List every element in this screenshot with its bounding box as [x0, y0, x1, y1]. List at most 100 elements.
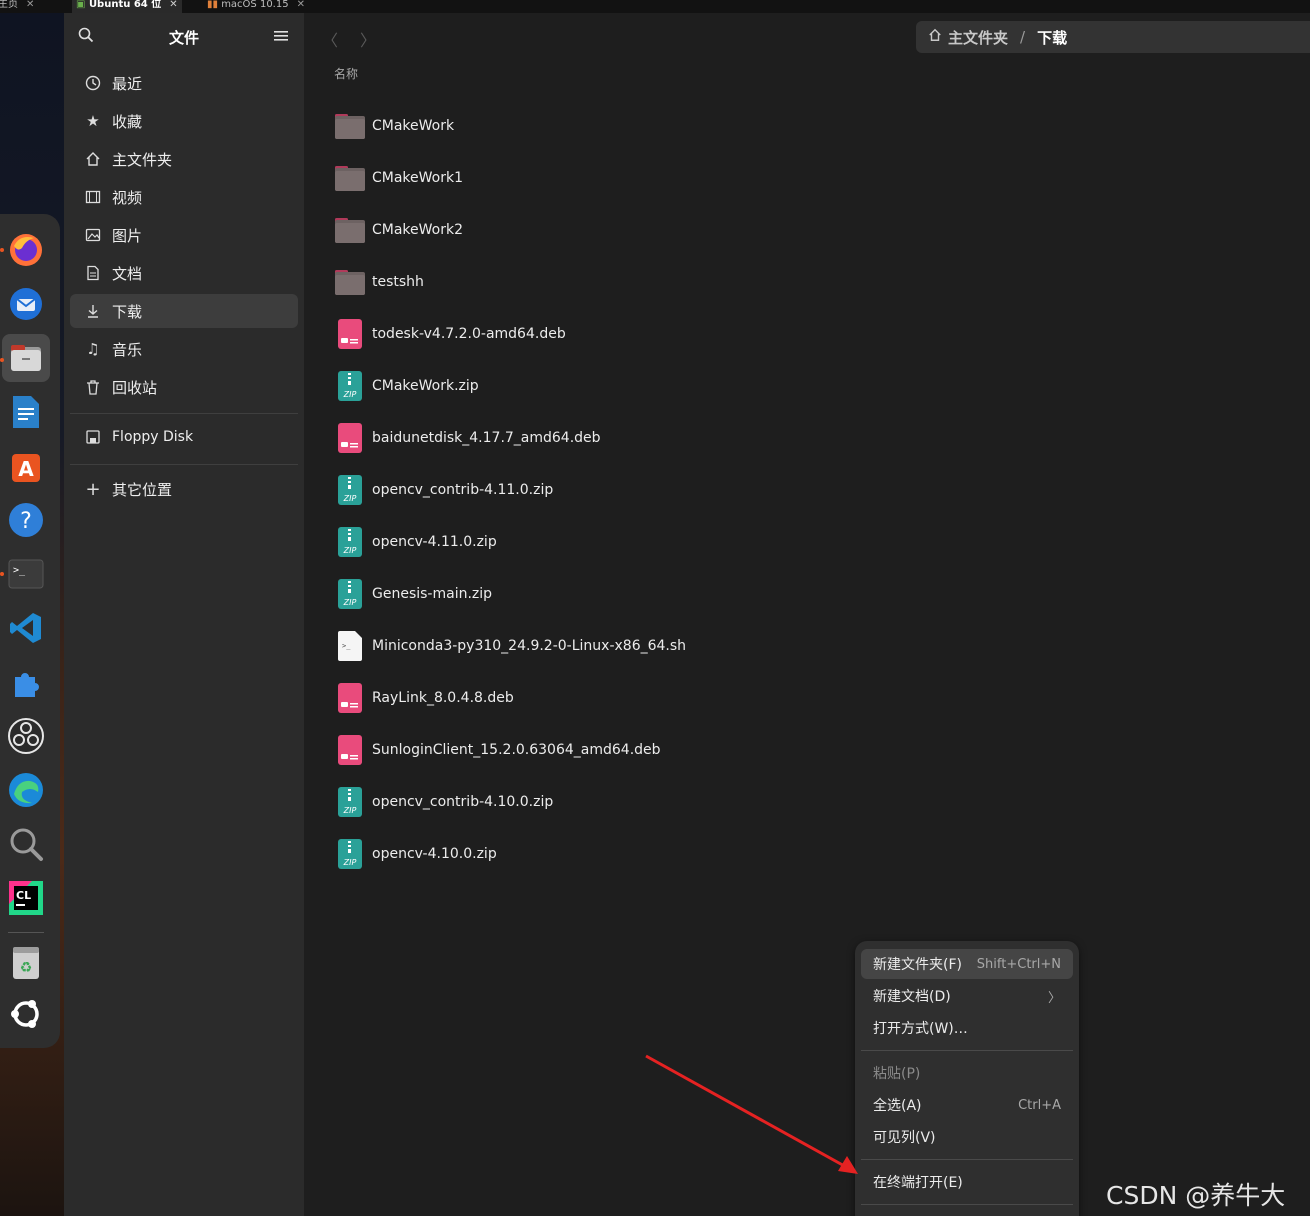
annotation-arrow: [645, 1054, 858, 1174]
close-icon[interactable]: ✕: [26, 0, 34, 10]
extensions-icon[interactable]: [6, 662, 46, 702]
menu-item-select-all[interactable]: 全选(A) Ctrl+A: [861, 1090, 1073, 1120]
svg-text:ZIP: ZIP: [343, 598, 357, 607]
sidebar-item-documents[interactable]: 文档: [70, 256, 298, 290]
video-icon: [84, 188, 102, 206]
menu-item-new-folder[interactable]: 新建文件夹(F) Shift+Ctrl+N: [861, 949, 1073, 979]
firefox-icon[interactable]: [6, 230, 46, 270]
file-item[interactable]: testshh: [334, 262, 424, 302]
running-indicator: [0, 572, 4, 576]
home-icon: [84, 150, 102, 168]
column-header-name[interactable]: 名称: [334, 65, 358, 82]
menu-item-label: 粘贴(P): [873, 1066, 921, 1082]
file-item[interactable]: CMakeWork1: [334, 158, 463, 198]
menu-item-label: 在终端打开(E): [873, 1175, 963, 1191]
edge-icon[interactable]: [6, 770, 46, 810]
path-segment-current[interactable]: 下载: [1037, 27, 1067, 48]
file-item[interactable]: baidunetdisk_4.17.7_amd64.deb: [334, 418, 601, 458]
file-item[interactable]: ZIP opencv-4.10.0.zip: [334, 834, 497, 874]
file-item[interactable]: ZIP opencv_contrib-4.10.0.zip: [334, 782, 553, 822]
deb-package-icon: [334, 422, 366, 454]
running-indicator: [0, 248, 4, 252]
file-item[interactable]: ZIP opencv-4.11.0.zip: [334, 522, 497, 562]
chevron-right-icon: 〉: [1047, 990, 1061, 1006]
floppy-icon: [84, 428, 102, 446]
trash-icon[interactable]: ♻: [6, 942, 46, 982]
sidebar-item-home[interactable]: 主文件夹: [70, 142, 298, 176]
menu-item-open-with[interactable]: 打开方式(W)…: [861, 1013, 1073, 1043]
vscode-icon[interactable]: [6, 608, 46, 648]
files-icon[interactable]: [2, 334, 50, 382]
folder-icon: [334, 266, 366, 298]
file-name: testshh: [372, 274, 424, 290]
libreoffice-writer-icon[interactable]: [6, 392, 46, 432]
file-item[interactable]: CMakeWork2: [334, 210, 463, 250]
sidebar-item-recent[interactable]: 最近: [70, 66, 298, 100]
hamburger-menu-icon[interactable]: [274, 27, 288, 46]
svg-text:ZIP: ZIP: [343, 390, 357, 399]
vm-tab-label: Ubuntu 64 位: [88, 0, 162, 10]
menu-item-visible-columns[interactable]: 可见列(V): [861, 1122, 1073, 1152]
close-icon[interactable]: ✕: [169, 0, 177, 10]
file-item[interactable]: ZIP CMakeWork.zip: [334, 366, 479, 406]
sidebar-item-music[interactable]: ♫ 音乐: [70, 332, 298, 366]
sidebar-item-label: 音乐: [112, 340, 143, 359]
zip-archive-icon: ZIP: [334, 474, 366, 506]
document-icon: [84, 264, 102, 282]
sidebar-item-videos[interactable]: 视频: [70, 180, 298, 214]
plus-icon: +: [85, 478, 101, 500]
file-item[interactable]: RayLink_8.0.4.8.deb: [334, 678, 514, 718]
file-name: RayLink_8.0.4.8.deb: [372, 690, 514, 706]
menu-item-open-in-terminal[interactable]: 在终端打开(E): [861, 1167, 1073, 1197]
file-name: todesk-v4.7.2.0-amd64.deb: [372, 326, 566, 342]
ubuntu-icon[interactable]: [6, 994, 46, 1034]
dock-separator: [8, 932, 44, 933]
sidebar-item-other-locations[interactable]: + 其它位置: [70, 472, 298, 506]
file-name: Genesis-main.zip: [372, 586, 493, 602]
terminal-icon[interactable]: >_: [6, 554, 46, 594]
sidebar-item-downloads[interactable]: 下载: [70, 294, 298, 328]
file-item[interactable]: SunloginClient_15.2.0.63064_amd64.deb: [334, 730, 661, 770]
clion-icon[interactable]: CL: [6, 878, 46, 918]
file-item[interactable]: todesk-v4.7.2.0-amd64.deb: [334, 314, 566, 354]
thunderbird-icon[interactable]: [6, 284, 46, 324]
file-item[interactable]: >_ Miniconda3-py310_24.9.2-0-Linux-x86_64…: [334, 626, 686, 666]
back-icon[interactable]: 〈: [322, 27, 338, 51]
vm-icon: ▣: [76, 0, 89, 10]
svg-text:?: ?: [20, 509, 32, 534]
close-icon[interactable]: ✕: [297, 0, 305, 10]
menu-separator: [861, 1204, 1073, 1205]
vm-tab-home[interactable]: 主页 ✕: [0, 0, 38, 13]
path-segment-home[interactable]: 主文件夹: [948, 27, 1008, 48]
forward-icon[interactable]: 〉: [360, 27, 376, 51]
file-item[interactable]: CMakeWork: [334, 106, 454, 146]
file-name: opencv_contrib-4.11.0.zip: [372, 482, 554, 498]
vm-tab-macos[interactable]: ▮▮ macOS 10.15 ✕: [203, 0, 309, 13]
file-name: opencv_contrib-4.10.0.zip: [372, 794, 554, 810]
obs-icon[interactable]: [6, 716, 46, 756]
sidebar-item-starred[interactable]: ★ 收藏: [70, 104, 298, 138]
sidebar-item-label: 最近: [112, 74, 143, 93]
file-name: CMakeWork: [372, 118, 455, 134]
menu-item-paste[interactable]: 粘贴(P): [861, 1058, 1073, 1088]
vm-tab-ubuntu[interactable]: ▣ Ubuntu 64 位 ✕: [72, 0, 182, 13]
zip-archive-icon: ZIP: [334, 786, 366, 818]
menu-item-label: 打开方式(W)…: [873, 1021, 968, 1037]
sidebar-item-label: 主文件夹: [112, 150, 173, 169]
sidebar-item-pictures[interactable]: 图片: [70, 218, 298, 252]
sidebar-item-trash[interactable]: 回收站: [70, 370, 298, 404]
menu-item-new-document[interactable]: 新建文档(D) 〉: [861, 981, 1073, 1011]
app-center-icon[interactable]: A: [6, 446, 46, 486]
picture-icon: [84, 226, 102, 244]
dock: A ? >_ CL ♻: [0, 214, 60, 1048]
watermark: CSDN @养牛大人: [1106, 1181, 1286, 1210]
file-item[interactable]: ZIP Genesis-main.zip: [334, 574, 492, 614]
home-icon[interactable]: [928, 28, 942, 46]
star-icon: ★: [86, 112, 100, 130]
file-item[interactable]: ZIP opencv_contrib-4.11.0.zip: [334, 470, 553, 510]
sidebar-item-floppy-disk[interactable]: Floppy Disk: [70, 420, 298, 454]
deb-package-icon: [334, 318, 366, 350]
help-icon[interactable]: ?: [6, 500, 46, 540]
zip-archive-icon: ZIP: [334, 370, 366, 402]
search-icon[interactable]: [6, 824, 46, 864]
